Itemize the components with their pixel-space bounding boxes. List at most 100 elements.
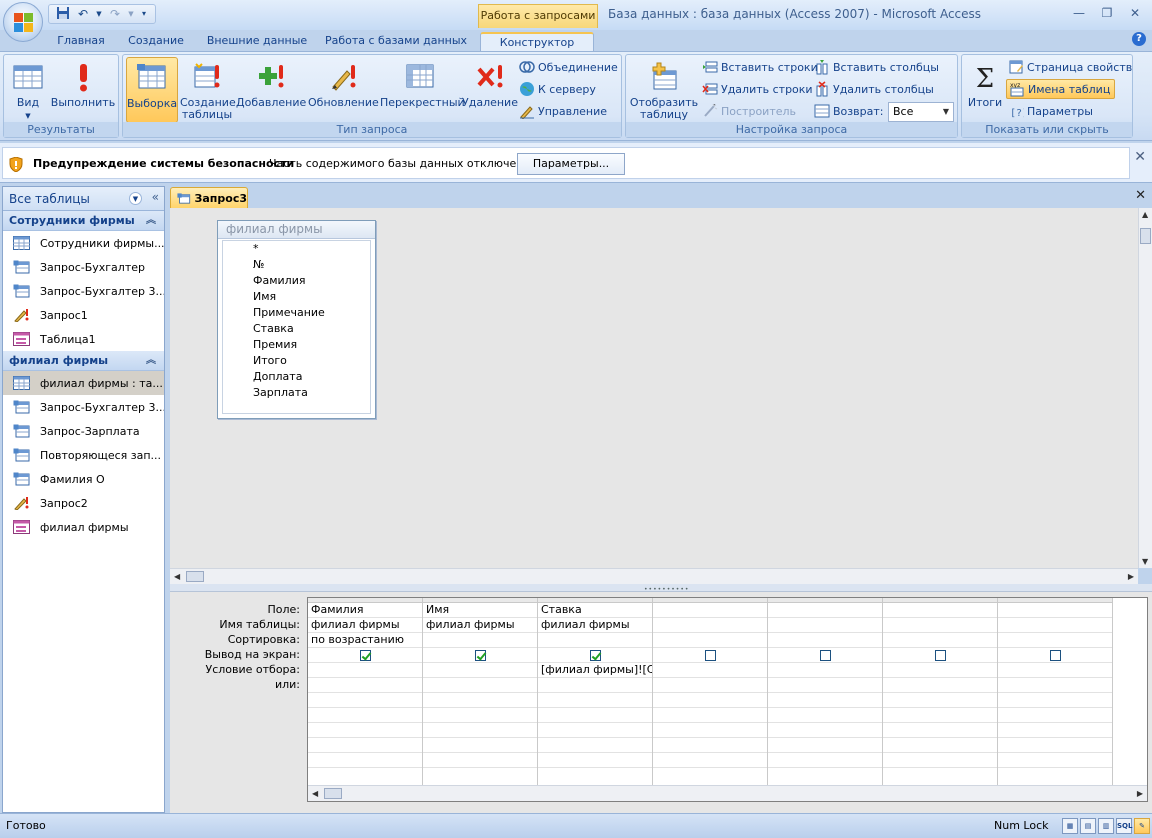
criteria-cell[interactable]: [филиал фирмы]![Ставка]<1150 — [538, 663, 652, 678]
grid-cell[interactable] — [768, 708, 882, 723]
grid-cell[interactable] — [998, 738, 1112, 753]
or-cell[interactable] — [423, 678, 537, 693]
grid-cell[interactable] — [538, 708, 652, 723]
pane-splitter[interactable]: •••••••••• — [170, 584, 1152, 593]
scroll-left-icon[interactable]: ◀ — [174, 572, 180, 581]
show-cell[interactable] — [308, 648, 422, 663]
delete-rows-button[interactable]: Удалить строки — [702, 79, 813, 99]
field-list-item[interactable]: № — [223, 257, 370, 273]
scrollbar-thumb[interactable] — [1140, 228, 1151, 244]
field-list-item[interactable]: Премия — [223, 337, 370, 353]
sql-view-icon[interactable]: SQL — [1116, 818, 1132, 834]
sort-cell[interactable] — [538, 633, 652, 648]
table-cell[interactable] — [998, 618, 1112, 633]
grid-cell[interactable] — [423, 723, 537, 738]
show-cell[interactable] — [653, 648, 767, 663]
parameters-button[interactable]: [?] Параметры — [1008, 101, 1093, 121]
grid-cell[interactable] — [308, 738, 422, 753]
or-cell[interactable] — [998, 678, 1112, 693]
grid-cell[interactable] — [423, 708, 537, 723]
show-cell[interactable] — [423, 648, 537, 663]
grid-cell[interactable] — [653, 708, 767, 723]
tab-external-data[interactable]: Внешние данные — [200, 32, 314, 52]
nav-header[interactable]: Все таблицы ▼ « — [3, 187, 164, 211]
field-cell[interactable]: Ставка — [538, 603, 652, 618]
grid-cell[interactable] — [883, 693, 997, 708]
close-icon[interactable]: ✕ — [1134, 149, 1146, 165]
horizontal-scrollbar[interactable]: ◀ ▶ — [170, 568, 1138, 584]
nav-item-update-query[interactable]: Запрос2 — [3, 491, 164, 515]
table-cell[interactable]: филиал фирмы — [423, 618, 537, 633]
save-icon[interactable] — [55, 6, 71, 22]
chevron-down-icon[interactable]: ▼ — [939, 103, 953, 121]
tab-home[interactable]: Главная — [48, 32, 114, 52]
show-table-button[interactable]: Отобразить таблицу — [629, 57, 699, 123]
grid-cell[interactable] — [308, 693, 422, 708]
scroll-left-icon[interactable]: ◀ — [312, 789, 318, 798]
or-cell[interactable] — [883, 678, 997, 693]
grid-cell[interactable] — [883, 738, 997, 753]
grid-cell[interactable] — [538, 723, 652, 738]
view-button[interactable]: Вид ▼ — [8, 57, 48, 123]
run-button[interactable]: Выполнить — [50, 57, 116, 123]
nav-item-query[interactable]: Запрос-Бухгалтер — [3, 255, 164, 279]
grid-cell[interactable] — [538, 753, 652, 768]
or-cell[interactable] — [768, 678, 882, 693]
nav-item-form[interactable]: филиал фирмы — [3, 515, 164, 539]
help-icon[interactable]: ? — [1132, 32, 1146, 46]
grid-cell[interactable] — [538, 693, 652, 708]
grid-cell[interactable] — [423, 693, 537, 708]
grid-cell[interactable] — [423, 753, 537, 768]
nav-item-query[interactable]: Фамилия О — [3, 467, 164, 491]
nav-item-query[interactable]: Повторяющеся зап... — [3, 443, 164, 467]
delete-columns-button[interactable]: Удалить столбцы — [814, 79, 934, 99]
field-cell[interactable] — [998, 603, 1112, 618]
scroll-down-icon[interactable]: ▼ — [1142, 557, 1148, 566]
sort-cell[interactable] — [998, 633, 1112, 648]
nav-item-query[interactable]: Запрос-Бухгалтер 3... — [3, 279, 164, 303]
security-options-button[interactable]: Параметры... — [517, 153, 625, 175]
update-button[interactable]: Обновление — [308, 57, 379, 123]
show-checkbox[interactable] — [704, 650, 716, 661]
tab-design[interactable]: Конструктор — [480, 32, 594, 52]
criteria-cell[interactable] — [883, 663, 997, 678]
show-cell[interactable] — [998, 648, 1112, 663]
crosstab-button[interactable]: Перекрестный — [380, 57, 465, 123]
table-cell[interactable]: филиал фирмы — [538, 618, 652, 633]
delete-query-button[interactable]: Удаление — [462, 57, 518, 123]
field-cell[interactable] — [883, 603, 997, 618]
chevron-up-icon[interactable]: ︽ — [146, 351, 156, 371]
sort-cell[interactable] — [653, 633, 767, 648]
show-cell[interactable] — [883, 648, 997, 663]
criteria-cell[interactable] — [768, 663, 882, 678]
field-cell[interactable] — [653, 603, 767, 618]
make-table-button[interactable]: Создание таблицы — [180, 57, 236, 123]
append-button[interactable]: Добавление — [236, 57, 306, 123]
union-button[interactable]: Объединение — [519, 57, 618, 77]
criteria-cell[interactable] — [998, 663, 1112, 678]
chevron-down-icon[interactable]: ▼ — [129, 192, 142, 205]
office-button[interactable] — [3, 2, 43, 42]
criteria-cell[interactable] — [423, 663, 537, 678]
grid-cell[interactable] — [768, 753, 882, 768]
grid-cell[interactable] — [768, 738, 882, 753]
tab-database-tools[interactable]: Работа с базами данных — [320, 32, 472, 52]
table-cell[interactable]: филиал фирмы — [308, 618, 422, 633]
grid-cell[interactable] — [308, 723, 422, 738]
field-list-item[interactable]: Ставка — [223, 321, 370, 337]
customize-qat-icon[interactable]: ▾ — [139, 6, 149, 22]
datasheet-view-icon[interactable]: ▦ — [1062, 818, 1078, 834]
show-checkbox[interactable] — [589, 650, 601, 661]
grid-cell[interactable] — [883, 723, 997, 738]
grid-cell[interactable] — [768, 693, 882, 708]
scrollbar-thumb[interactable] — [186, 571, 204, 582]
or-cell[interactable] — [538, 678, 652, 693]
grid-cell[interactable] — [653, 723, 767, 738]
nav-item-update-query[interactable]: Запрос1 — [3, 303, 164, 327]
table-names-button[interactable]: xyz Имена таблиц — [1006, 79, 1116, 99]
grid-cell[interactable] — [998, 693, 1112, 708]
scrollbar-thumb[interactable] — [324, 788, 342, 799]
pass-through-button[interactable]: К серверу — [519, 79, 596, 99]
pivot-table-view-icon[interactable]: ▤ — [1080, 818, 1096, 834]
field-list-item[interactable]: Зарплата — [223, 385, 370, 401]
